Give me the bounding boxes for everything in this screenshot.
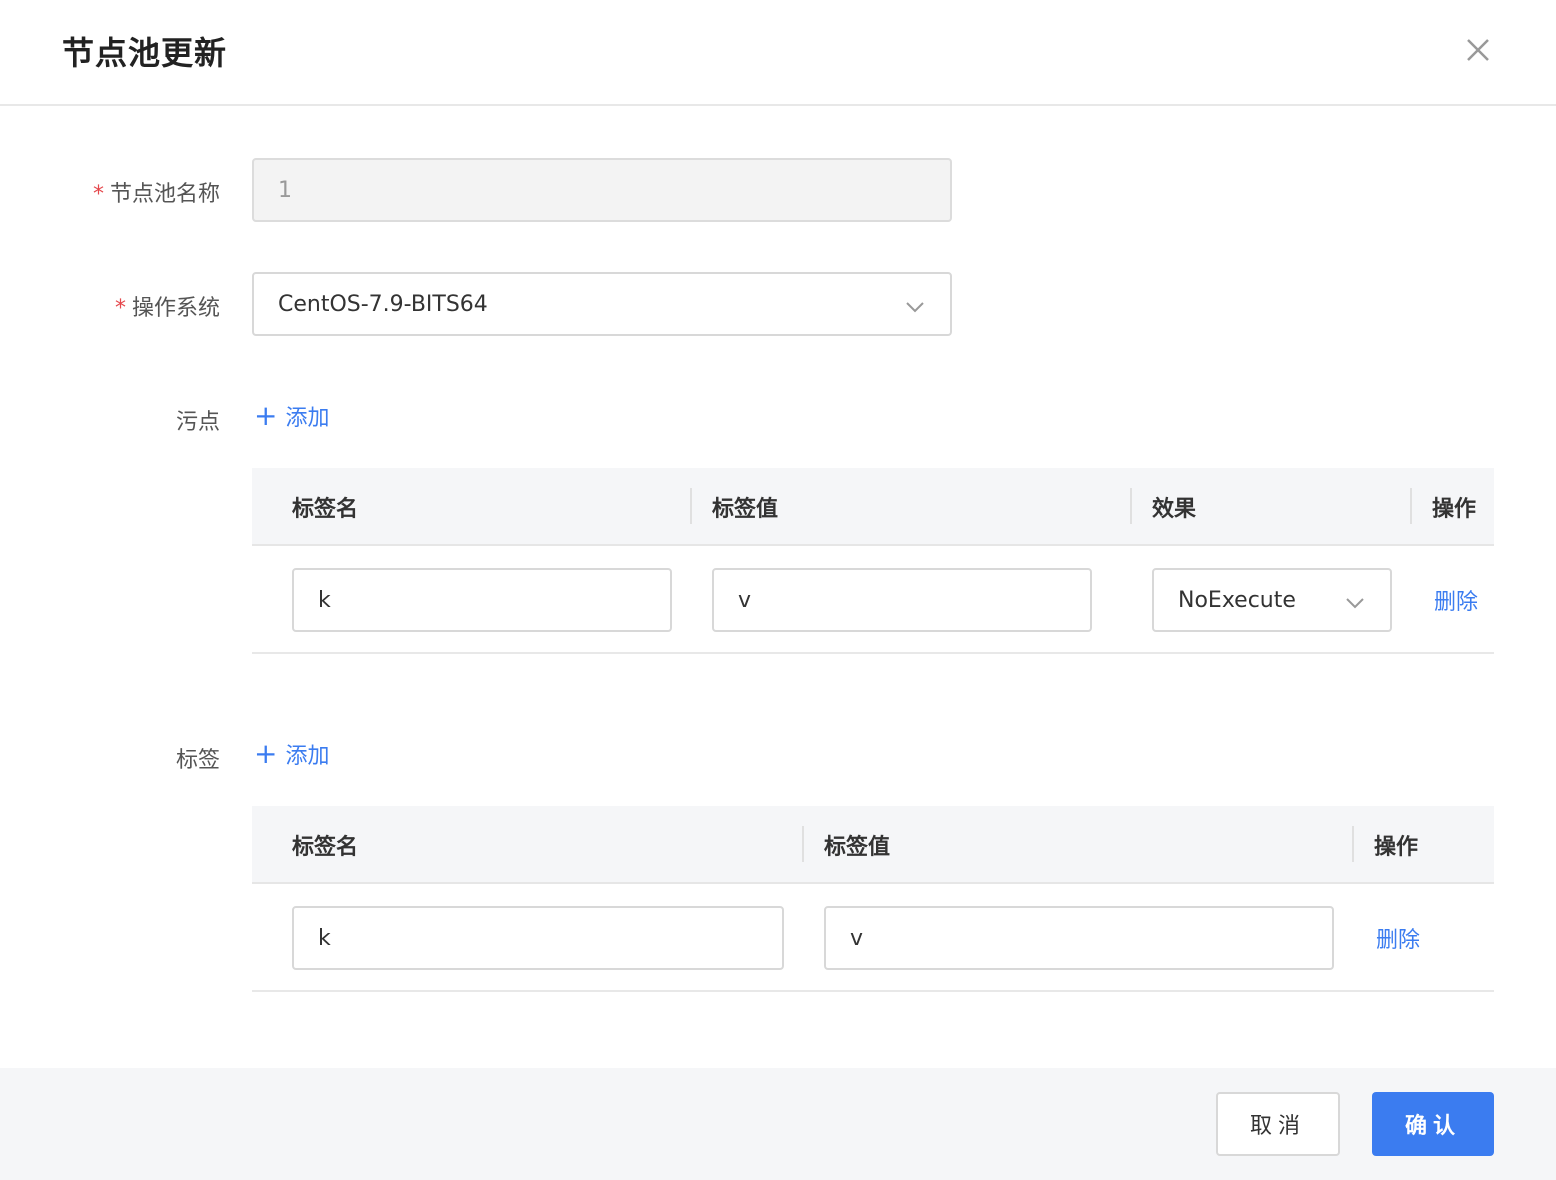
table-header: 标签名 标签值 效果 操作 (252, 468, 1494, 546)
column-header: 标签值 (712, 497, 779, 522)
required-mark: * (92, 182, 104, 207)
column-divider (1352, 826, 1354, 862)
column-divider (1130, 488, 1132, 524)
plus-icon: + (254, 399, 278, 432)
dialog-header: 节点池更新 (0, 0, 1556, 106)
pool-name-input[interactable]: 1 (252, 158, 952, 222)
plus-icon: + (254, 737, 278, 770)
column-header: 效果 (1152, 497, 1197, 522)
labels-label: 标签 (175, 748, 220, 773)
label-value-input[interactable]: v (824, 906, 1334, 970)
taint-value-input[interactable]: v (712, 568, 1092, 632)
required-mark: * (114, 296, 126, 321)
close-icon[interactable] (1460, 32, 1496, 68)
os-label: * 操作系统 (114, 296, 220, 321)
delete-label-link[interactable]: 删除 (1376, 884, 1420, 992)
confirm-button[interactable]: 确认 (1372, 1092, 1494, 1156)
os-select-value: CentOS-7.9-BITS64 (278, 291, 488, 317)
table-header: 标签名 标签值 操作 (252, 806, 1494, 884)
column-divider (1410, 488, 1412, 524)
column-header: 操作 (1374, 835, 1419, 860)
add-taint-button[interactable]: + 添加 (254, 400, 329, 432)
chevron-down-icon (904, 296, 926, 318)
label-key-input[interactable]: k (292, 906, 784, 970)
taints-label: 污点 (175, 410, 220, 435)
column-header: 标签名 (292, 497, 359, 522)
table-row: k v NoExecute 删除 (252, 546, 1494, 654)
dialog-title: 节点池更新 (62, 34, 228, 72)
table-row: k v 删除 (252, 884, 1494, 992)
dialog-footer: 取消 确认 (0, 1068, 1556, 1180)
column-divider (802, 826, 804, 862)
chevron-down-icon (1344, 592, 1366, 614)
taint-effect-value: NoExecute (1178, 587, 1296, 613)
column-header: 操作 (1432, 497, 1477, 522)
add-label-button[interactable]: + 添加 (254, 738, 329, 770)
taint-key-input[interactable]: k (292, 568, 672, 632)
taint-effect-select[interactable]: NoExecute (1152, 568, 1392, 632)
delete-taint-link[interactable]: 删除 (1434, 546, 1478, 654)
column-header: 标签值 (824, 835, 891, 860)
column-header: 标签名 (292, 835, 359, 860)
pool-name-label: * 节点池名称 (92, 182, 220, 207)
column-divider (690, 488, 692, 524)
cancel-button[interactable]: 取消 (1216, 1092, 1340, 1156)
os-select[interactable]: CentOS-7.9-BITS64 (252, 272, 952, 336)
